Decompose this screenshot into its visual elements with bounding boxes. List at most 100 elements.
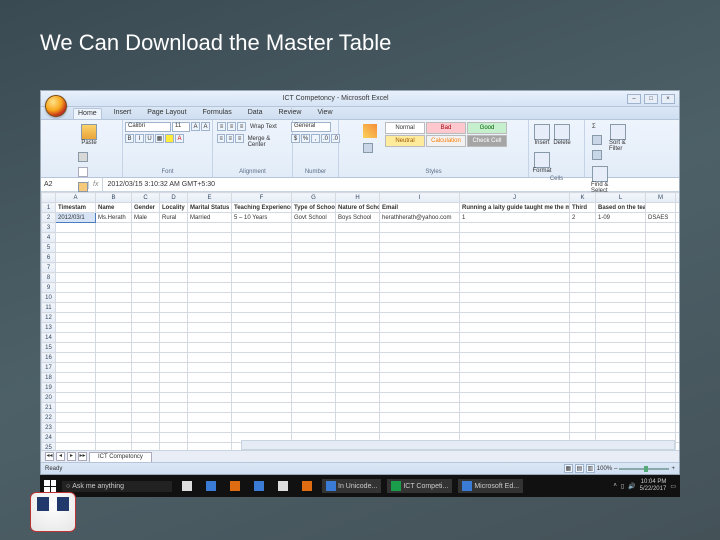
taskview-button[interactable] — [178, 479, 196, 493]
cell[interactable]: Type of School — [292, 203, 336, 213]
cell[interactable] — [570, 343, 596, 353]
cell[interactable] — [676, 303, 680, 313]
cell[interactable] — [460, 293, 570, 303]
cell[interactable] — [56, 223, 96, 233]
tab-home[interactable]: Home — [73, 108, 102, 119]
cell[interactable] — [596, 393, 646, 403]
col-header[interactable]: F — [232, 193, 292, 203]
cell[interactable] — [132, 243, 160, 253]
cell[interactable] — [570, 363, 596, 373]
cell[interactable] — [570, 353, 596, 363]
cell[interactable] — [160, 303, 188, 313]
cell[interactable] — [336, 263, 380, 273]
cell[interactable] — [188, 383, 232, 393]
format-as-table-button[interactable] — [360, 141, 380, 155]
search-box[interactable]: ○ Ask me anything — [62, 481, 172, 492]
cell[interactable] — [188, 253, 232, 263]
cell[interactable] — [160, 383, 188, 393]
cell[interactable] — [132, 403, 160, 413]
cell[interactable] — [160, 333, 188, 343]
cell[interactable] — [188, 283, 232, 293]
row-header[interactable]: 8 — [42, 273, 56, 283]
tray-up-icon[interactable]: ˄ — [613, 483, 617, 489]
row-header[interactable]: 6 — [42, 253, 56, 263]
taskbar-app-5[interactable] — [298, 479, 316, 493]
cell[interactable] — [188, 403, 232, 413]
cell[interactable] — [188, 363, 232, 373]
cell[interactable] — [132, 323, 160, 333]
style-calculation[interactable]: Calculation — [426, 135, 466, 147]
cell[interactable] — [646, 223, 676, 233]
cell[interactable] — [380, 383, 460, 393]
cell[interactable] — [570, 393, 596, 403]
autosum-button[interactable]: Σ — [589, 122, 605, 132]
cell[interactable] — [188, 373, 232, 383]
percent-button[interactable]: % — [301, 134, 310, 143]
cell[interactable] — [96, 353, 132, 363]
view-break-button[interactable]: ▥ — [586, 464, 595, 473]
cell[interactable] — [56, 283, 96, 293]
cell[interactable] — [380, 353, 460, 363]
cell[interactable] — [160, 293, 188, 303]
align-top-button[interactable]: ≡ — [217, 122, 226, 131]
cell[interactable] — [646, 263, 676, 273]
cell[interactable] — [292, 343, 336, 353]
cell[interactable] — [292, 383, 336, 393]
cell[interactable] — [96, 263, 132, 273]
cell[interactable] — [336, 293, 380, 303]
cell[interactable] — [460, 223, 570, 233]
cell[interactable] — [188, 293, 232, 303]
col-header[interactable]: J — [460, 193, 570, 203]
sheet-nav-last[interactable]: ▸▸ — [78, 452, 87, 461]
cell[interactable] — [56, 313, 96, 323]
cell[interactable] — [188, 273, 232, 283]
cell[interactable] — [570, 263, 596, 273]
cell[interactable] — [96, 423, 132, 433]
delete-cells-button[interactable]: Delete — [553, 122, 571, 148]
cell[interactable] — [460, 243, 570, 253]
cell[interactable] — [232, 233, 292, 243]
cell[interactable] — [380, 413, 460, 423]
cell[interactable] — [96, 403, 132, 413]
cell[interactable] — [160, 403, 188, 413]
cell[interactable] — [232, 393, 292, 403]
cell[interactable] — [460, 273, 570, 283]
cell[interactable] — [380, 223, 460, 233]
col-header[interactable]: G — [292, 193, 336, 203]
cell[interactable] — [292, 233, 336, 243]
cell[interactable] — [132, 253, 160, 263]
cell[interactable]: Boys School — [336, 213, 380, 223]
tab-data[interactable]: Data — [244, 108, 267, 119]
close-button[interactable]: × — [661, 94, 675, 104]
italic-button[interactable]: I — [135, 134, 144, 143]
cell[interactable] — [570, 233, 596, 243]
taskbar-app-unicode[interactable]: In Unicode... — [322, 479, 381, 493]
cell[interactable] — [676, 383, 680, 393]
cell[interactable] — [188, 233, 232, 243]
font-size-select[interactable]: 11 — [172, 122, 190, 132]
cell[interactable] — [96, 363, 132, 373]
cell[interactable] — [336, 303, 380, 313]
border-button[interactable]: ▦ — [155, 134, 164, 143]
cell[interactable] — [596, 243, 646, 253]
cell[interactable] — [676, 423, 680, 433]
cell[interactable] — [570, 313, 596, 323]
cell[interactable] — [160, 253, 188, 263]
taskbar-app-4[interactable] — [274, 479, 292, 493]
clear-button[interactable] — [589, 148, 605, 162]
start-button[interactable] — [44, 480, 56, 492]
cell[interactable] — [188, 243, 232, 253]
cell[interactable] — [570, 273, 596, 283]
cell[interactable]: Rural — [160, 213, 188, 223]
cell[interactable] — [596, 373, 646, 383]
cell[interactable] — [596, 383, 646, 393]
cell[interactable] — [380, 233, 460, 243]
cell[interactable] — [380, 343, 460, 353]
cell[interactable] — [96, 233, 132, 243]
sheet-nav-next[interactable]: ▸ — [67, 452, 76, 461]
cell[interactable] — [292, 393, 336, 403]
cell[interactable] — [56, 323, 96, 333]
cell[interactable] — [292, 223, 336, 233]
cell[interactable] — [188, 303, 232, 313]
cell[interactable] — [646, 293, 676, 303]
